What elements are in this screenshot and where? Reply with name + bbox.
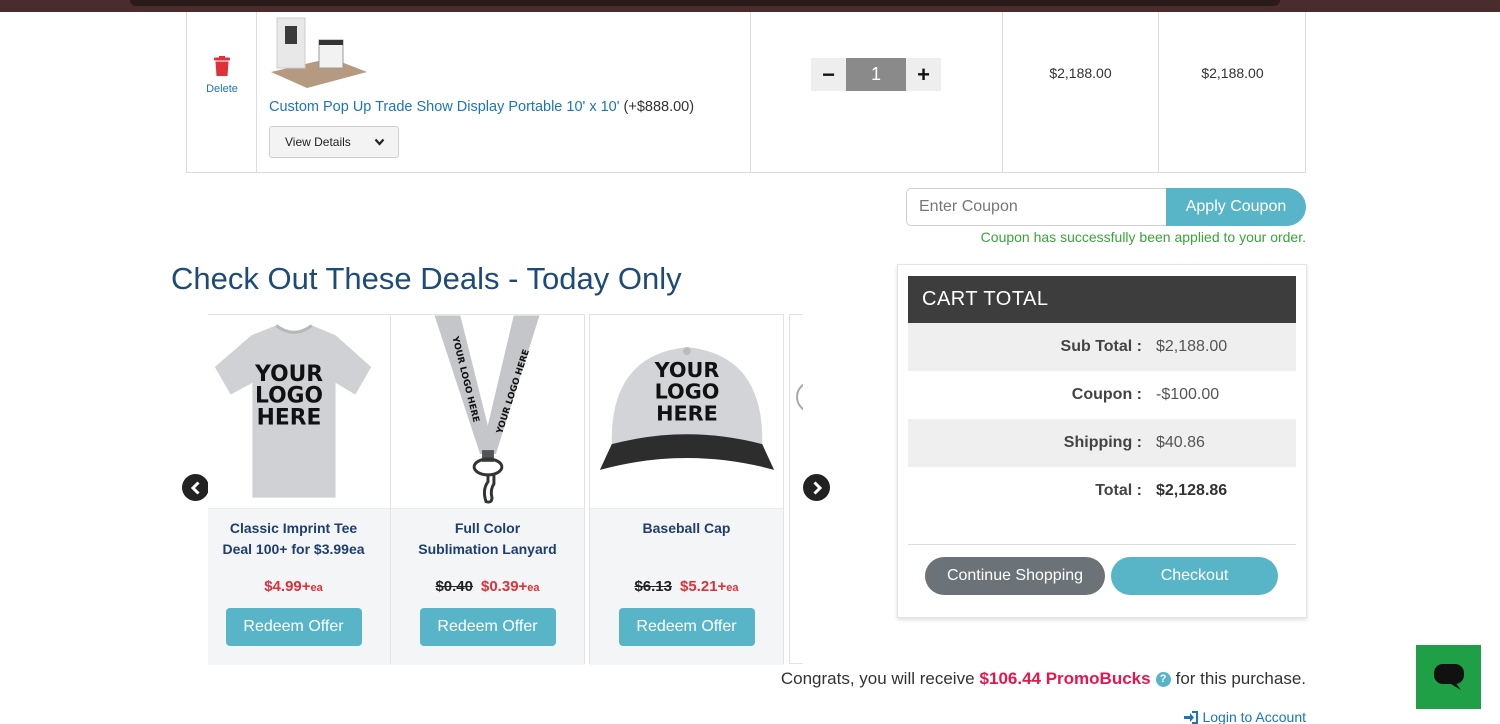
product-cell: Custom Pop Up Trade Show Display Portabl…: [257, 12, 751, 172]
chat-button[interactable]: [1416, 645, 1481, 709]
tshirt-image: YOUR LOGO HERE: [208, 315, 390, 509]
quantity-increase-button[interactable]: +: [906, 58, 941, 91]
product-line: Custom Pop Up Trade Show Display Portabl…: [269, 99, 694, 115]
cap-logo-line-3: HERE: [656, 401, 718, 425]
deal-title: Baseball Cap: [590, 518, 783, 539]
deal-price: $0.40 $0.39+ea: [391, 578, 584, 595]
deal-title: Classic Imprint Tee Deal 100+ for $3.99e…: [208, 518, 390, 560]
deal-title-line: Deal 100+ for $3.99ea: [222, 541, 365, 557]
deal-card[interactable]: YOUR LOGO HERE Classic Imprint Tee Deal …: [208, 314, 391, 665]
cart-total-header: CART TOTAL: [908, 276, 1296, 323]
deal-title: Full Color Sublimation Lanyard: [391, 518, 584, 560]
deal-card-body: Baseball Cap $6.13 $5.21+ea Redeem Offer: [590, 509, 783, 665]
delete-label: Delete: [206, 83, 238, 95]
deal-price-unit: ea: [527, 582, 540, 594]
deal-title-line: Full Color: [454, 520, 521, 536]
delete-button[interactable]: Delete: [187, 56, 257, 95]
coupon-value: -$100.00: [1156, 386, 1220, 403]
chat-bubble-icon: [1433, 664, 1464, 690]
cap-logo-line-1: YOUR: [654, 358, 720, 382]
partial-product-image: [796, 383, 803, 411]
deal-old-price: $0.40: [435, 578, 473, 595]
chevron-down-icon: [374, 138, 385, 146]
redeem-offer-button[interactable]: Redeem Offer: [618, 608, 755, 646]
login-label: Login to Account: [1202, 709, 1306, 724]
quantity-value[interactable]: 1: [846, 58, 906, 91]
deal-card[interactable]: YOUR LOGO HERE Baseball Cap $6.13 $5.21+e…: [589, 314, 784, 665]
promobucks-amount: $106.44 PromoBucks: [979, 669, 1151, 688]
quantity-stepper: − 1 +: [811, 58, 941, 91]
deal-price-unit: ea: [310, 582, 323, 594]
coupon-row: Coupon : -$100.00: [908, 371, 1296, 419]
shipping-label: Shipping :: [1063, 434, 1142, 451]
deal-price: $6.13 $5.21+ea: [590, 578, 783, 595]
coupon-success-message: Coupon has successfully been applied to …: [980, 229, 1306, 245]
deal-price-value: $0.39+: [481, 578, 528, 595]
deal-title-line: Baseball Cap: [642, 520, 731, 536]
product-thumbnail[interactable]: [269, 12, 369, 88]
trash-icon: [214, 56, 230, 76]
deal-card-body: Classic Imprint Tee Deal 100+ for $3.99e…: [208, 509, 390, 665]
promobucks-prefix: Congrats, you will receive: [780, 669, 975, 688]
apply-coupon-button[interactable]: Apply Coupon: [1166, 188, 1306, 226]
carousel-prev-button[interactable]: [182, 474, 209, 501]
promobucks-message: Congrats, you will receive $106.44 Promo…: [781, 669, 1306, 689]
chevron-left-icon: [190, 480, 200, 495]
shipping-row: Shipping : $40.86: [908, 419, 1296, 467]
total-label: Total :: [1095, 482, 1142, 499]
product-extra-price: (+$888.00): [623, 99, 695, 115]
lanyard-image: YOUR LOGO HERE YOUR LOGO HERE: [391, 315, 584, 509]
deal-title-line: Sublimation Lanyard: [418, 541, 557, 557]
carousel-next-button[interactable]: [803, 474, 830, 501]
coupon-input[interactable]: [906, 188, 1168, 226]
total-row: Total : $2,128.86: [908, 467, 1296, 515]
unit-price: $2,188.00: [1049, 65, 1112, 81]
coupon-label: Coupon :: [1071, 386, 1142, 403]
browser-top-bar-inner: [130, 0, 1280, 6]
tshirt-logo-line-3: HERE: [257, 405, 322, 430]
cart-total-divider: [908, 544, 1296, 545]
view-details-label: View Details: [285, 135, 351, 149]
help-icon[interactable]: ?: [1155, 671, 1171, 687]
quantity-cell: − 1 +: [751, 12, 1003, 172]
checkout-button[interactable]: Checkout: [1111, 557, 1278, 595]
cart-line-item: Delete Custom Pop Up Trade Show Display …: [186, 12, 1306, 173]
product-name-link[interactable]: Custom Pop Up Trade Show Display Portabl…: [269, 99, 620, 115]
cap-logo-line-2: LOGO: [655, 380, 720, 404]
quantity-decrease-button[interactable]: −: [811, 58, 846, 91]
deal-price-unit: ea: [726, 582, 739, 594]
deal-card-partial[interactable]: [789, 314, 803, 664]
deal-price-value: $5.21+: [680, 578, 727, 595]
subtotal-label: Sub Total :: [1060, 338, 1142, 355]
deal-price-value: $4.99+: [264, 578, 311, 595]
deal-price: $4.99+ea: [208, 578, 390, 595]
promobucks-suffix: for this purchase.: [1175, 669, 1306, 688]
shipping-value: $40.86: [1156, 434, 1205, 451]
browser-top-bar: [0, 0, 1500, 12]
sign-in-icon: [1184, 710, 1199, 724]
subtotal-row: Sub Total : $2,188.00: [908, 323, 1296, 371]
unit-price-cell: $2,188.00: [1003, 12, 1159, 172]
line-total: $2,188.00: [1201, 65, 1264, 81]
deal-card[interactable]: YOUR LOGO HERE YOUR LOGO HERE Full Color…: [390, 314, 585, 665]
baseball-cap-image: YOUR LOGO HERE: [590, 315, 783, 509]
deal-old-price: $6.13: [634, 578, 672, 595]
redeem-offer-button[interactable]: Redeem Offer: [225, 608, 362, 646]
subtotal-value: $2,188.00: [1156, 338, 1228, 355]
deals-title: Check Out These Deals - Today Only: [171, 261, 682, 296]
redeem-offer-button[interactable]: Redeem Offer: [419, 608, 556, 646]
delete-cell: Delete: [187, 12, 257, 172]
total-value: $2,128.86: [1156, 482, 1228, 499]
deal-title-line: Classic Imprint Tee: [229, 520, 358, 536]
deal-card-body: Full Color Sublimation Lanyard $0.40 $0.3…: [391, 509, 584, 665]
deals-carousel: YOUR LOGO HERE Classic Imprint Tee Deal …: [208, 314, 803, 666]
continue-shopping-button[interactable]: Continue Shopping: [925, 557, 1105, 595]
login-link[interactable]: Login to Account: [1184, 709, 1306, 724]
view-details-dropdown[interactable]: View Details: [269, 126, 399, 158]
cart-total-panel: CART TOTAL Sub Total : $2,188.00 Coupon …: [897, 264, 1307, 618]
line-total-cell: $2,188.00: [1159, 12, 1306, 172]
chevron-right-icon: [812, 480, 822, 495]
